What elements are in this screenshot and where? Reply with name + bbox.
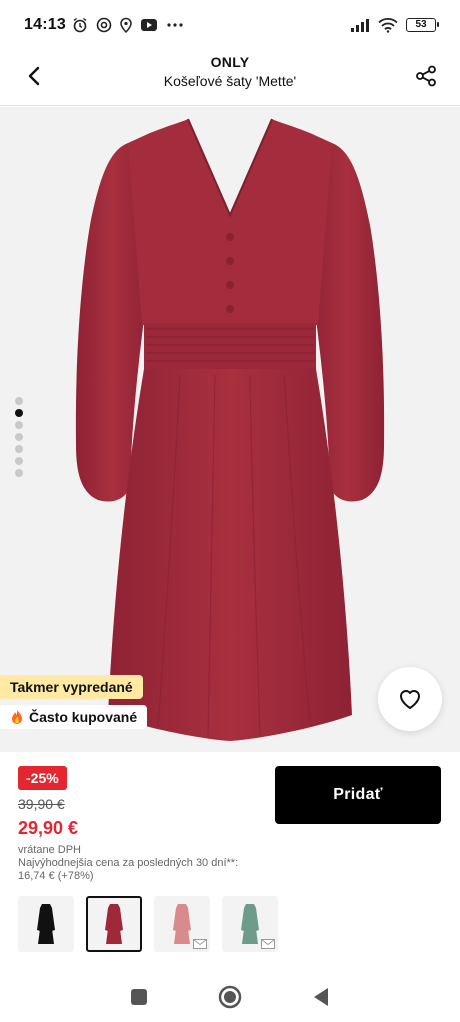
- notify-mail-icon: [261, 939, 275, 949]
- product-name: Košeľové šaty 'Mette': [163, 73, 297, 89]
- variant-green[interactable]: [222, 896, 278, 952]
- old-price: 39,90 €: [18, 796, 65, 812]
- share-button[interactable]: [410, 60, 442, 92]
- notify-mail-icon: [193, 939, 207, 949]
- product-image: [75, 118, 385, 741]
- pager-dot: [15, 433, 23, 441]
- wifi-icon: [378, 18, 398, 33]
- pager-dot: [15, 397, 23, 405]
- current-price: 29,90 €: [18, 818, 79, 838]
- location-icon: [120, 17, 132, 33]
- vat-note: vrátane DPH: [18, 844, 81, 856]
- pager-dot: [15, 469, 23, 477]
- recents-icon[interactable]: [130, 988, 148, 1006]
- youtube-icon: [140, 19, 157, 31]
- chevron-left-icon: [28, 66, 40, 86]
- lowest-price-note: Najvýhodnejšia cena za posledných 30 dní…: [18, 857, 278, 883]
- variant-red-selected[interactable]: [86, 896, 142, 952]
- status-notification-icons: [72, 17, 184, 33]
- variant-thumbnail: [37, 904, 55, 944]
- fire-icon: [12, 710, 22, 724]
- gallery-pagination: [15, 397, 23, 477]
- lowest-price-value: 16,74 € (+78%): [18, 870, 94, 882]
- color-variants: [18, 896, 278, 952]
- almost-sold-out-badge: Takmer vypredané: [0, 675, 143, 699]
- signal-icon: [351, 19, 369, 32]
- status-right: 53: [350, 17, 439, 33]
- variant-thumbnail: [173, 904, 191, 944]
- product-image-gallery[interactable]: Takmer vypredané Často kupované: [0, 107, 460, 752]
- share-icon: [416, 65, 436, 87]
- back-icon[interactable]: [312, 987, 330, 1007]
- system-navigation-bar: [0, 972, 460, 1022]
- status-time: 14:13: [24, 16, 66, 33]
- variant-pink[interactable]: [154, 896, 210, 952]
- pager-dot: [15, 421, 23, 429]
- variant-thumbnail: [105, 904, 123, 944]
- add-to-cart-button[interactable]: Pridať: [275, 766, 441, 824]
- battery-indicator: 53: [406, 18, 439, 32]
- often-bought-label: Často kupované: [29, 709, 138, 725]
- brand-name: ONLY: [210, 54, 250, 70]
- lowest-price-label: Najvýhodnejšia cena za posledných 30 dní…: [18, 857, 239, 869]
- often-bought-badge: Často kupované: [0, 705, 148, 729]
- discount-badge: -25%: [18, 766, 67, 790]
- back-button[interactable]: [18, 60, 50, 92]
- pager-dot-active: [15, 409, 23, 417]
- purchase-panel: -25% 39,90 € 29,90 € vrátane DPH Najvýho…: [0, 752, 460, 972]
- pager-dot: [15, 457, 23, 465]
- chrome-icon: [96, 17, 112, 33]
- product-header: ONLY Košeľové šaty 'Mette': [0, 50, 460, 106]
- heart-icon: [400, 690, 420, 709]
- header-titles: ONLY Košeľové šaty 'Mette': [80, 54, 380, 89]
- wishlist-button[interactable]: [378, 667, 442, 731]
- more-icon: [167, 23, 183, 27]
- status-bar: 14:13 53: [0, 0, 460, 50]
- variant-black[interactable]: [18, 896, 74, 952]
- pager-dot: [15, 445, 23, 453]
- variant-thumbnail: [241, 904, 259, 944]
- home-icon[interactable]: [218, 985, 242, 1009]
- alarm-icon: [73, 17, 87, 33]
